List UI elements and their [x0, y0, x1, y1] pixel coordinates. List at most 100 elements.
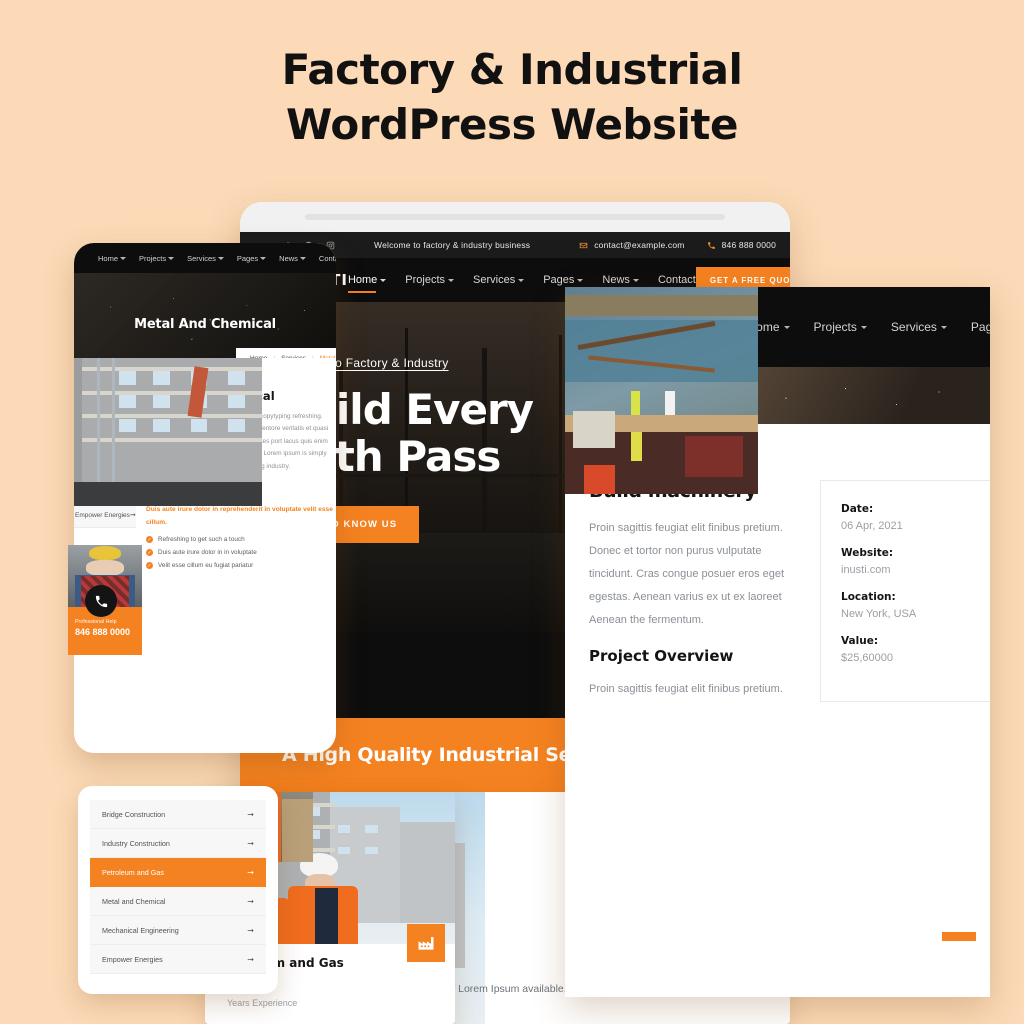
left-nav-item-projects[interactable]: Projects — [139, 253, 175, 263]
right-nav-item-projects[interactable]: Projects — [814, 320, 867, 334]
topbar-welcome: Welcome to factory & industry business — [374, 240, 531, 250]
left-hero-overlay — [74, 273, 336, 358]
left-nav-item-home[interactable]: Home — [98, 254, 127, 263]
orange-accent-bar — [942, 932, 976, 941]
bl-service-item-empower-energies[interactable]: Empower Energies ➞ — [90, 945, 266, 974]
nav-item-pages[interactable]: Pages — [543, 274, 584, 286]
bl-service-item-industry-construction[interactable]: Industry Construction ➞ — [90, 829, 266, 858]
bottom-service-list-card: Bridge Construction ➞ Industry Constructi… — [78, 786, 278, 994]
phone-icon — [707, 241, 715, 249]
nav-label: Projects — [139, 253, 167, 263]
service-label: Industry Construction — [102, 838, 170, 848]
detail-value: inusti.com — [841, 564, 891, 576]
service-label: Metal and Chemical — [102, 896, 166, 906]
detail-value-field: Value: $25,60000 — [841, 635, 981, 664]
detail-key: Website: — [841, 547, 894, 559]
chevron-down-icon — [448, 278, 455, 282]
project-overview-paragraph: Proin sagittis feugiat elit finibus pret… — [589, 683, 783, 696]
topbar-email[interactable]: contact@example.com — [579, 240, 684, 250]
topbar-phone[interactable]: 846 888 0000 — [707, 240, 776, 250]
nav-label: Pages — [543, 274, 575, 286]
project-overview-heading: Project Overview — [589, 647, 734, 666]
chevron-down-icon — [940, 325, 947, 329]
mail-icon — [579, 242, 588, 248]
right-nav-item-pages[interactable]: Pages — [971, 320, 990, 334]
detail-value: New York, USA — [841, 608, 917, 620]
left-content: Metal And Chemical Lorem ipsum is simply… — [74, 358, 336, 570]
phone-widget-number: 846 888 0000 — [75, 627, 131, 637]
left-navbar: Home Projects Services Pages News Contac… — [74, 243, 336, 273]
arrow-right-icon: ➞ — [129, 512, 136, 519]
breadcrumb: Home | Services | Metal and Che — [236, 348, 336, 358]
chevron-down-icon — [299, 256, 306, 260]
arrow-right-icon: ➞ — [247, 867, 254, 877]
arrow-right-icon: ➞ — [247, 809, 254, 819]
left-nav-item-pages[interactable]: Pages — [236, 253, 267, 263]
check-icon: ✓ — [146, 536, 153, 544]
nav-item-services[interactable]: Services — [473, 274, 525, 286]
phone-widget-label: Professional Help — [75, 619, 117, 625]
left-nav-item-news[interactable]: News — [279, 254, 306, 263]
why-choose-us-emphasis: Duis aute irure dolor in reprehenderit i… — [146, 506, 333, 527]
nav-label: Pages — [236, 253, 259, 263]
chevron-down-icon — [518, 278, 525, 282]
left-nav-item-services[interactable]: Services — [187, 254, 224, 263]
device-bezel — [240, 202, 790, 232]
device-speaker — [305, 214, 725, 220]
bl-service-item-bridge-construction[interactable]: Bridge Construction ➞ — [90, 800, 266, 829]
left-nav-item-contact[interactable]: Contact — [319, 254, 336, 263]
bl-service-item-mechanical-engineering[interactable]: Mechanical Engineering ➞ — [90, 916, 266, 945]
why-bullet-label: Refreshing to get such a touch — [158, 536, 245, 544]
nav-label: Services — [890, 320, 937, 334]
left-body: Bridge Construction➞ Industry Constructi… — [74, 358, 336, 570]
right-project-page-mockup: INUSTI Home Projects Services Pages News… — [565, 287, 990, 997]
phone-icon-circle[interactable] — [85, 585, 117, 617]
chevron-down-icon — [260, 256, 267, 260]
topbar-email-text: contact@example.com — [594, 240, 685, 250]
left-service-page-mockup: Home Projects Services Pages News Contac… — [74, 243, 336, 753]
bl-service-item-metal-and-chemical[interactable]: Metal and Chemical ➞ — [90, 887, 266, 916]
right-nav-links: Home Projects Services Pages News — [748, 320, 990, 334]
right-nav-item-services[interactable]: Services — [891, 320, 947, 334]
nav-item-home[interactable]: Home — [347, 274, 387, 293]
check-icon: ✓ — [146, 562, 153, 570]
chevron-down-icon — [577, 278, 584, 282]
project-details-card: Date: 06 Apr, 2021 Website: inusti.com L… — [820, 480, 990, 702]
detail-key: Location: — [841, 591, 896, 603]
chevron-down-icon — [783, 325, 790, 329]
chevron-down-icon — [168, 256, 175, 260]
right-content-columns: Build machinery Proin sagittis feugiat e… — [589, 480, 990, 702]
service-item-empower-energies[interactable]: Empower Energies ➞ — [74, 503, 136, 528]
chevron-down-icon — [380, 278, 387, 282]
page-title: Factory & Industrial WordPress Website — [0, 42, 1024, 153]
detail-value: 06 Apr, 2021 — [841, 520, 903, 532]
detail-location: Location: New York, USA — [841, 591, 981, 620]
service-label: Mechanical Engineering — [102, 925, 179, 935]
chevron-down-icon — [217, 256, 224, 260]
bl-service-item-petroleum-and-gas[interactable]: Petroleum and Gas ➞ — [90, 858, 266, 887]
chevron-down-icon — [860, 325, 867, 329]
left-hero: Metal And Chemical Home | Services | Met… — [74, 273, 336, 358]
nav-item-projects[interactable]: Projects — [405, 274, 455, 286]
topbar-phone-text: 846 888 0000 — [721, 240, 776, 250]
left-content-photo — [74, 358, 262, 506]
nav-label: Services — [473, 274, 516, 286]
service-label: Bridge Construction — [102, 809, 166, 819]
nav-item-news[interactable]: News — [602, 274, 639, 286]
nav-label: Pages — [970, 320, 990, 334]
why-bullet-3: ✓ Velit esse cillum eu fugiat pariatur — [146, 562, 336, 570]
nav-item-contact[interactable]: Contact — [658, 274, 696, 286]
arrow-right-icon: ➞ — [247, 838, 254, 848]
nav-label: News — [279, 253, 298, 263]
why-bullet-label: Duis aute irure dolor in in voluptate — [158, 549, 257, 557]
detail-website: Website: inusti.com — [841, 547, 981, 576]
nav-label: Services — [187, 253, 216, 263]
nav-label: Home — [347, 274, 378, 286]
nav-label: Contact — [657, 274, 696, 286]
service-label: Empower Energies — [75, 511, 130, 519]
nav-label: Projects — [405, 274, 446, 286]
arrow-right-icon: ➞ — [247, 954, 254, 964]
detail-date: Date: 06 Apr, 2021 — [841, 503, 981, 532]
phone-help-widget[interactable]: Professional Help 846 888 0000 — [68, 545, 142, 655]
left-hero-title: Metal And Chemical — [134, 317, 276, 332]
